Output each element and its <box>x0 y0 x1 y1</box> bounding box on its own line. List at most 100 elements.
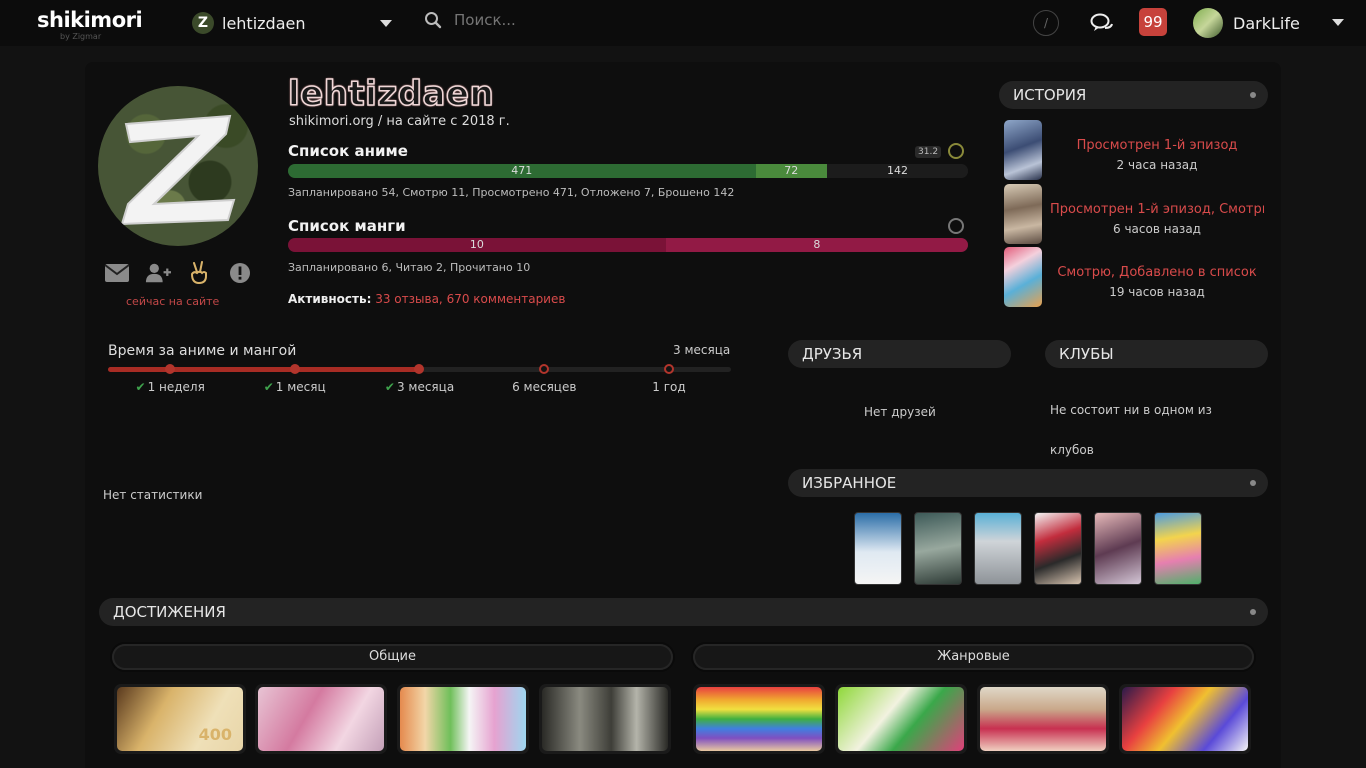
profile-switcher-name: lehtizdaen <box>222 13 306 33</box>
user-circle-icon[interactable] <box>948 218 964 234</box>
timeline-label: ✔ 3 месяца <box>385 380 454 394</box>
check-icon: ✔ <box>263 380 274 394</box>
search-icon <box>425 12 442 29</box>
manga-list-title[interactable]: Список манги <box>288 217 406 235</box>
timeline-mark <box>663 364 674 374</box>
history-header[interactable]: ИСТОРИЯ <box>999 81 1268 109</box>
history-item[interactable]: Просмотрен 1-й эпизод 2 часа назад <box>1004 120 1268 180</box>
anime-list-bar[interactable]: 471 72 142 <box>288 164 968 178</box>
favourite-poster[interactable] <box>1154 512 1202 585</box>
reviews-link[interactable]: 33 отзыва <box>375 292 439 306</box>
peace-hand-icon[interactable] <box>186 261 212 285</box>
favourite-poster[interactable] <box>914 512 962 585</box>
current-user-menu[interactable]: DarkLife <box>1193 8 1300 38</box>
timeline-label-text: 3 месяца <box>396 380 455 394</box>
clubs-title: КЛУБЫ <box>1059 345 1114 363</box>
anime-list-title[interactable]: Список аниме <box>288 142 408 160</box>
achievements-header[interactable]: ДОСТИЖЕНИЯ <box>99 598 1268 626</box>
top-navigation-bar: shikimori by Zigmar Z lehtizdaen / 99 Da… <box>0 0 1366 46</box>
clubs-header[interactable]: КЛУБЫ <box>1045 340 1268 368</box>
envelope-icon[interactable] <box>104 262 130 284</box>
friends-header[interactable]: ДРУЗЬЯ <box>788 340 1011 368</box>
anime-list-stats: Запланировано 54, Смотрю 11, Просмотрено… <box>288 186 735 199</box>
timeline-label-text: 1 год <box>652 380 686 394</box>
chat-icon[interactable] <box>1090 12 1114 38</box>
check-icon: ✔ <box>135 380 146 394</box>
profile-mini-avatar: Z <box>192 12 214 34</box>
history-action[interactable]: Просмотрен 1-й эпизод <box>1050 138 1264 153</box>
no-friends-text: Нет друзей <box>864 405 936 419</box>
list-bar-segment[interactable]: 10 <box>288 238 666 252</box>
profile-actions <box>104 261 253 285</box>
profile-avatar <box>98 86 258 246</box>
history-item[interactable]: Просмотрен 1-й эпизод, Смотрю 6 часов на… <box>1004 184 1268 244</box>
achievements-title: ДОСТИЖЕНИЯ <box>113 603 226 621</box>
friends-title: ДРУЗЬЯ <box>802 345 863 363</box>
achievement-card[interactable]: 400 <box>114 684 246 754</box>
profile-username: lehtizdaen <box>287 73 495 115</box>
search-box[interactable] <box>424 11 654 29</box>
history-action[interactable]: Просмотрен 1-й эпизод, Смотрю <box>1050 202 1264 217</box>
list-bar-segment[interactable]: 8 <box>665 238 968 252</box>
search-input[interactable] <box>454 11 654 29</box>
site-logo[interactable]: shikimori <box>37 8 143 32</box>
manga-list-stats: Запланировано 6, Читаю 2, Прочитано 10 <box>288 261 531 274</box>
achievement-card[interactable] <box>1119 684 1251 754</box>
achievement-card[interactable] <box>693 684 825 754</box>
anime-poster-image[interactable] <box>1004 184 1042 244</box>
user-circle-icon[interactable] <box>948 143 964 159</box>
list-bar-segment[interactable]: 72 <box>755 164 828 178</box>
shortcut-hint-button[interactable]: / <box>1033 10 1059 36</box>
chevron-down-icon[interactable] <box>379 19 392 27</box>
site-logo-subtitle: by Zigmar <box>60 32 102 41</box>
achievement-card[interactable] <box>835 684 967 754</box>
favourites-header[interactable]: ИЗБРАННОЕ <box>788 469 1268 497</box>
toggle-dot-icon[interactable] <box>1250 609 1256 615</box>
timeline-label: ✔ 1 месяц <box>264 380 326 394</box>
timeline-label-text: 1 неделя <box>147 380 205 394</box>
favourites-title: ИЗБРАННОЕ <box>802 474 897 492</box>
achievement-card[interactable] <box>255 684 387 754</box>
history-title: ИСТОРИЯ <box>1013 86 1087 104</box>
timeline-label: 1 год <box>652 380 685 394</box>
achievement-card[interactable] <box>539 684 671 754</box>
anime-poster-image[interactable] <box>1004 247 1042 307</box>
favourite-poster[interactable] <box>1034 512 1082 585</box>
favourite-poster[interactable] <box>1094 512 1142 585</box>
anime-poster-image[interactable] <box>1004 120 1042 180</box>
profile-subline: shikimori.org / на сайте с 2018 г. <box>289 114 510 129</box>
list-bar-segment[interactable]: 471 <box>288 164 756 178</box>
activity-separator: , <box>438 292 443 306</box>
list-bar-segment[interactable]: 142 <box>827 164 968 178</box>
current-user-avatar <box>1193 8 1223 38</box>
online-status: сейчас на сайте <box>126 295 220 308</box>
report-icon[interactable] <box>227 262 253 284</box>
timeline-label: ✔ 1 неделя <box>136 380 205 394</box>
notifications-badge[interactable]: 99 <box>1139 8 1167 36</box>
history-action[interactable]: Смотрю, Добавлено в список <box>1050 265 1264 280</box>
history-time: 2 часа назад <box>1116 158 1198 172</box>
history-time: 19 часов назад <box>1109 285 1205 299</box>
history-item[interactable]: Смотрю, Добавлено в список 19 часов наза… <box>1004 247 1268 307</box>
current-user-name: DarkLife <box>1233 13 1300 33</box>
chevron-down-icon[interactable] <box>1332 19 1344 26</box>
activity-label: Активность: <box>288 292 372 306</box>
timeline-mark <box>289 364 300 374</box>
timeline-label-text: 1 месяц <box>275 380 326 394</box>
history-time: 6 часов назад <box>1113 222 1201 236</box>
genre-achievements-tab[interactable]: Жанровые <box>693 644 1254 670</box>
favourite-poster[interactable] <box>974 512 1022 585</box>
add-friend-icon[interactable] <box>145 262 171 284</box>
time-spent-progress <box>108 367 420 372</box>
manga-list-bar[interactable]: 10 8 <box>288 238 968 252</box>
achievement-card[interactable] <box>977 684 1109 754</box>
profile-user-switcher[interactable]: Z lehtizdaen <box>192 12 392 34</box>
toggle-dot-icon[interactable] <box>1250 480 1256 486</box>
general-achievements-tab[interactable]: Общие <box>112 644 673 670</box>
activity-line: Активность: 33 отзыва, 670 комментариев <box>288 292 565 306</box>
achievement-card[interactable] <box>397 684 529 754</box>
achievement-count: 400 <box>198 725 232 744</box>
comments-link[interactable]: 670 комментариев <box>447 292 566 306</box>
toggle-dot-icon[interactable] <box>1250 92 1256 98</box>
favourite-poster[interactable] <box>854 512 902 585</box>
